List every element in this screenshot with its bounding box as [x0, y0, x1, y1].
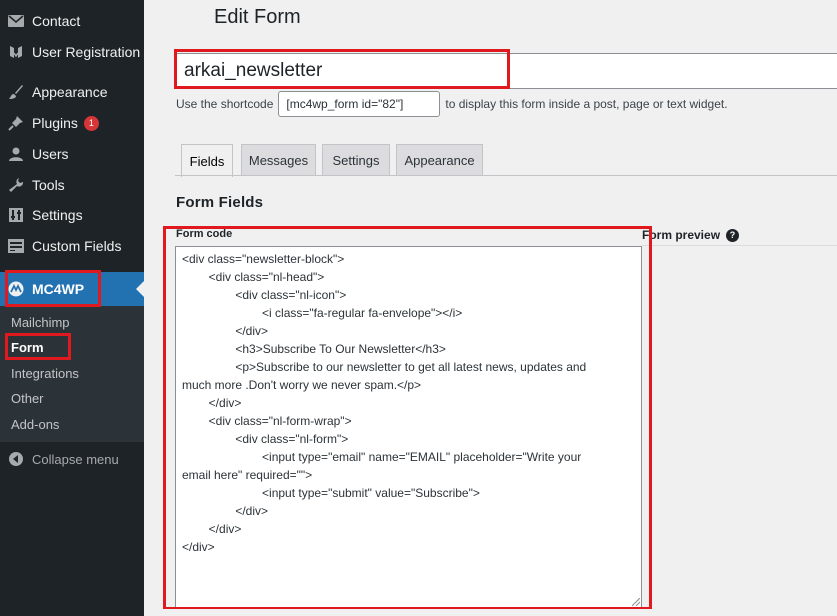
- code-line: </div>: [182, 522, 242, 536]
- sidebar-item-label: Plugins: [32, 115, 78, 131]
- submenu-item-integrations[interactable]: Integrations: [11, 366, 79, 381]
- tab-messages[interactable]: Messages: [241, 144, 316, 176]
- code-line: <p>Subscribe to our newsletter to get al…: [182, 360, 587, 374]
- code-line: </div>: [182, 540, 215, 554]
- plugin-icon: [8, 115, 24, 131]
- sidebar-item-label: Contact: [32, 13, 81, 29]
- code-line: <div class="nl-icon">: [182, 288, 347, 302]
- sidebar-item-settings[interactable]: Settings: [0, 201, 144, 229]
- sidebar-item-users[interactable]: Users: [0, 140, 144, 168]
- form-preview-label: Form preview ?: [642, 228, 740, 242]
- custom-fields-icon: [8, 238, 24, 254]
- form-code-editor[interactable]: <div class="newsletter-block"> <div clas…: [175, 246, 642, 608]
- update-count-badge: 1: [83, 115, 99, 131]
- form-title-input[interactable]: arkai_newsletter: [175, 53, 837, 89]
- section-title: Form Fields: [176, 194, 264, 211]
- code-line: </div>: [182, 324, 269, 338]
- form-preview-text: Form preview: [642, 228, 721, 242]
- sidebar-item-label: Custom Fields: [32, 238, 122, 254]
- sidebar-item-label: MC4WP: [32, 281, 85, 297]
- sidebar-item-custom-fields[interactable]: Custom Fields: [0, 232, 144, 260]
- mc4wp-submenu: Mailchimp Form Integrations Other Add-on…: [0, 306, 144, 442]
- form-code-label: Form code: [176, 228, 233, 240]
- tab-fields[interactable]: Fields: [181, 144, 233, 177]
- submenu-item-form[interactable]: Form: [11, 340, 44, 355]
- paintbrush-icon: [8, 84, 24, 100]
- code-line: <div class="newsletter-block">: [182, 252, 345, 266]
- shortcode-prefix-text: Use the shortcode: [176, 97, 274, 111]
- shortcode-input[interactable]: [mc4wp_form id="82"]: [278, 91, 441, 117]
- submenu-item-other[interactable]: Other: [11, 391, 44, 406]
- collapse-menu-button[interactable]: Collapse menu: [0, 449, 144, 469]
- code-line: <h3>Subscribe To Our Newsletter</h3>: [182, 342, 446, 356]
- sidebar-item-tools[interactable]: Tools: [0, 171, 144, 199]
- shortcode-row: Use the shortcode [mc4wp_form id="82"] t…: [176, 91, 728, 117]
- help-icon[interactable]: ?: [726, 228, 740, 242]
- shortcode-suffix-text: to display this form inside a post, page…: [445, 97, 728, 111]
- users-icon: [8, 146, 24, 162]
- sidebar-item-label: Settings: [32, 207, 83, 223]
- code-line: <input type="email" name="EMAIL" placeho…: [182, 450, 582, 464]
- collapse-menu-label: Collapse menu: [32, 451, 119, 467]
- wrench-icon: [8, 177, 24, 193]
- submenu-item-add-ons[interactable]: Add-ons: [11, 417, 59, 432]
- admin-sidebar: Contact User Registration Appearance Plu…: [0, 0, 144, 616]
- sidebar-item-mc4wp[interactable]: MC4WP: [0, 272, 144, 306]
- sidebar-item-label: Appearance: [32, 84, 108, 100]
- current-menu-arrow: [136, 281, 144, 297]
- mc4wp-icon: [8, 281, 24, 297]
- sidebar-item-user-registration[interactable]: User Registration: [0, 38, 144, 66]
- code-line: <input type="submit" value="Subscribe">: [182, 486, 480, 500]
- collapse-arrow-icon: [8, 451, 24, 467]
- tabs-divider: [175, 175, 837, 176]
- settings-icon: [8, 207, 24, 223]
- preview-divider: [642, 245, 837, 246]
- code-line: <i class="fa-regular fa-envelope"></i>: [182, 306, 463, 320]
- code-line: </div>: [182, 504, 269, 518]
- submenu-item-mailchimp[interactable]: Mailchimp: [11, 315, 70, 330]
- code-line: much more .Don't worry we never spam.</p…: [182, 378, 422, 392]
- sidebar-item-label: User Registration: [32, 44, 141, 60]
- page-title: Edit Form: [214, 6, 301, 28]
- sidebar-item-appearance[interactable]: Appearance: [0, 78, 144, 106]
- sidebar-item-label: Tools: [32, 177, 65, 193]
- code-line: <div class="nl-form-wrap">: [182, 414, 352, 428]
- sidebar-item-label: Users: [32, 146, 69, 162]
- mail-icon: [8, 13, 24, 29]
- tab-settings[interactable]: Settings: [322, 144, 390, 176]
- code-line: <div class="nl-head">: [182, 270, 325, 284]
- tab-appearance[interactable]: Appearance: [396, 144, 483, 176]
- code-lines: <div class="newsletter-block"> <div clas…: [182, 250, 635, 556]
- sidebar-item-contact[interactable]: Contact: [0, 7, 144, 35]
- code-line: </div>: [182, 396, 242, 410]
- sidebar-item-plugins[interactable]: Plugins 1: [0, 109, 144, 137]
- resize-grip-icon[interactable]: [632, 598, 640, 606]
- user-registration-icon: [8, 44, 24, 60]
- bottom-strip: [144, 609, 837, 616]
- code-line: email here" required="">: [182, 468, 313, 482]
- code-line: <div class="nl-form">: [182, 432, 349, 446]
